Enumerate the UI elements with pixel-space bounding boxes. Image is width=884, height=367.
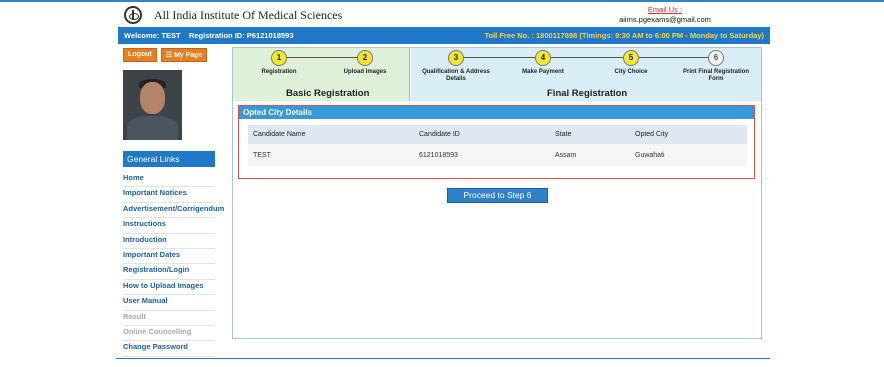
top-rule (0, 0, 884, 2)
step-6-circle: 6 (708, 50, 724, 66)
step-1-circle: 1 (271, 50, 287, 66)
opted-city-box: Opted City Details Candidate Name Candid… (238, 105, 755, 179)
email-value: aiims.pgexams@gmail.com (619, 15, 711, 24)
col-candidate-name: Candidate Name (248, 125, 414, 144)
welcome-text: Welcome: TEST Registration ID: P61210185… (124, 31, 294, 40)
sidebar-item-online-counselling: Online Counselling (123, 326, 215, 342)
welcome-bar: Welcome: TEST Registration ID: P61210185… (118, 27, 770, 44)
general-links-title: General Links (123, 151, 215, 167)
sidebar-item-user-manual[interactable]: User Manual (123, 295, 215, 311)
step-progress: 1 Registration 2 Upload Images Basic Reg… (233, 48, 761, 101)
cell-candidate-id: 6121018593 (414, 144, 550, 166)
bottom-rule (116, 358, 770, 359)
col-opted-city: Opted City (630, 125, 747, 144)
sidebar-item-introduction[interactable]: Introduction (123, 234, 215, 249)
final-registration-title: Final Registration (547, 88, 628, 99)
basic-registration-section: 1 Registration 2 Upload Images Basic Reg… (233, 48, 410, 101)
email-block: Email Us : aiims.pgexams@gmail.com (600, 5, 730, 24)
site-header: All India Institute Of Medical Sciences … (118, 4, 768, 26)
photo-face (140, 82, 165, 114)
step-2-label: Upload Images (343, 69, 387, 75)
cell-state: Assam (550, 144, 630, 166)
my-page-button[interactable]: ☷ My Page (160, 48, 208, 62)
step-5-label: City Choice (614, 69, 648, 75)
cell-opted-city: Guwahati (630, 144, 747, 166)
step-3-circle: 3 (448, 50, 464, 66)
table-row: TEST 6121018593 Assam Guwahati (248, 144, 747, 166)
sidebar-nav: Home Important Notices Advertisement/Cor… (123, 172, 224, 357)
photo-shirt (127, 116, 178, 140)
aiims-logo-icon (124, 6, 142, 24)
basic-registration-title: Basic Registration (286, 88, 370, 99)
step-4-label: Make Payment (522, 69, 564, 75)
sidebar-item-change-password[interactable]: Change Password (123, 341, 215, 357)
sidebar-item-important-dates[interactable]: Important Dates (123, 249, 215, 265)
col-state: State (550, 125, 630, 144)
main-panel: 1 Registration 2 Upload Images Basic Reg… (232, 47, 762, 339)
candidate-photo (123, 70, 182, 140)
sidebar: Logout ☷ My Page General Links Home Impo… (118, 48, 224, 357)
sidebar-item-instructions[interactable]: Instructions (123, 218, 215, 234)
institute-name: All India Institute Of Medical Sciences (154, 8, 343, 22)
basic-step-line (280, 57, 364, 58)
logout-button[interactable]: Logout (123, 48, 157, 62)
step-1-label: Registration (261, 69, 297, 75)
sidebar-item-result: Result (123, 311, 215, 326)
sidebar-item-registration-login[interactable]: Registration/Login (123, 264, 215, 280)
col-candidate-id: Candidate ID (414, 125, 550, 144)
step-3-label: Qualification & Address Details (422, 69, 490, 82)
email-label[interactable]: Email Us : (600, 5, 730, 14)
step-2-circle: 2 (357, 50, 373, 66)
table-header-row: Candidate Name Candidate ID State Opted … (248, 125, 747, 144)
final-step-line (456, 57, 718, 58)
proceed-button[interactable]: Proceed to Step 6 (447, 188, 548, 203)
sidebar-item-important-notices[interactable]: Important Notices (123, 187, 215, 203)
sidebar-item-upload-images[interactable]: How to Upload Images (123, 280, 215, 296)
tollfree-text: Toll Free No. : 1800117898 (Timings: 9:3… (484, 31, 764, 40)
sidebar-item-advertisement[interactable]: Advertisement/Corrigendum (123, 203, 224, 219)
step-4-circle: 4 (535, 50, 551, 66)
opted-city-table: Candidate Name Candidate ID State Opted … (248, 125, 747, 166)
step-5-circle: 5 (623, 50, 639, 66)
sidebar-button-row: Logout ☷ My Page (123, 48, 218, 62)
final-registration-section: 3 Qualification & Address Details 4 Make… (411, 48, 761, 101)
opted-city-title: Opted City Details (239, 106, 754, 119)
step-6-label: Print Final Registration Form (682, 69, 749, 82)
sidebar-item-home[interactable]: Home (123, 172, 215, 188)
cell-candidate-name: TEST (248, 144, 414, 166)
